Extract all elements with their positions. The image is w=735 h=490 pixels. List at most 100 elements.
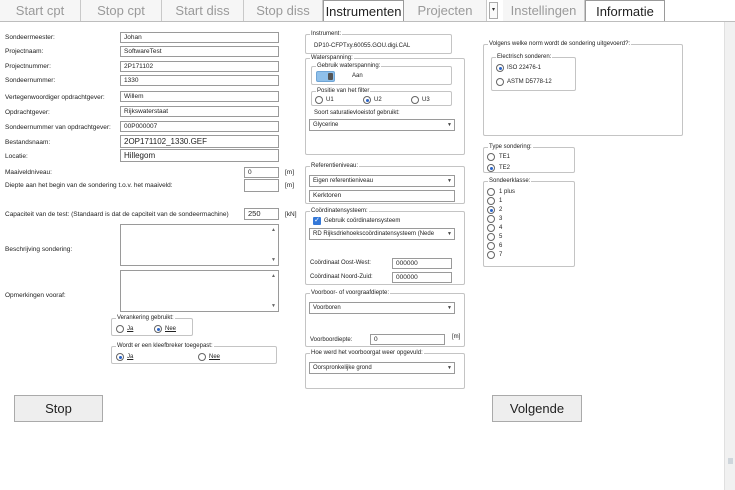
vloeistof-select[interactable]: Glycerine ▼ bbox=[309, 119, 455, 131]
referentie-select-value: Eigen referentieniveau bbox=[313, 178, 374, 184]
instrument-value[interactable]: DP10-CFPTxy.60055.GOU.digi.CAL bbox=[314, 43, 410, 49]
tab-projecten[interactable]: Projecten bbox=[404, 0, 487, 21]
verankering-nee-label: Nee bbox=[165, 326, 177, 332]
opmerkingen-textarea[interactable]: ▲ ▼ bbox=[120, 270, 279, 312]
chevron-down-icon: ▼ bbox=[447, 231, 452, 237]
beschrijving-textarea[interactable]: ▲ ▼ bbox=[120, 224, 279, 266]
vertical-scrollbar[interactable] bbox=[724, 22, 735, 490]
referentie-text-field[interactable]: Kerktoren bbox=[309, 190, 455, 202]
noordzuid-field[interactable]: 000000 bbox=[392, 272, 452, 283]
type-te2-label: TE2 bbox=[499, 165, 511, 171]
waterspanning-toggle[interactable] bbox=[316, 71, 335, 82]
electrisch-group: Electrisch sonderen: ISO 22476-1 ASTM D5… bbox=[491, 54, 576, 91]
chevron-down-icon: ▼ bbox=[447, 365, 452, 371]
kleefbreker-ja-radio[interactable] bbox=[116, 353, 124, 361]
projectnaam-field[interactable]: SoftwareTest bbox=[120, 46, 279, 57]
capaciteit-label: Capaciteit van de test: (Standaard is da… bbox=[5, 211, 229, 218]
coordinaten-checkbox[interactable]: ✓ bbox=[313, 217, 321, 225]
oostwest-field[interactable]: 000000 bbox=[392, 258, 452, 269]
oostwest-label: Coördinaat Oost-West: bbox=[310, 260, 371, 266]
chevron-down-icon: ▼ bbox=[447, 178, 452, 184]
sondeernummer-opdrachtgever-label: Sondeernummer van opdrachtgever: bbox=[5, 124, 111, 131]
klasse-label: 6 bbox=[499, 243, 503, 249]
sondeerklasse-title: Sondeerklasse: bbox=[488, 178, 532, 185]
vloeistof-select-value: Glycerine bbox=[313, 122, 339, 128]
klasse-radio[interactable] bbox=[487, 242, 495, 250]
stop-button[interactable]: Stop bbox=[14, 395, 103, 422]
kleefbreker-nee-radio[interactable] bbox=[198, 353, 206, 361]
tab-stop-cpt[interactable]: Stop cpt bbox=[81, 0, 162, 21]
voorboor-select[interactable]: Voorboren ▼ bbox=[309, 302, 455, 314]
waterspanning-title: Waterspanning: bbox=[310, 55, 354, 62]
kleefbreker-ja-label: Ja bbox=[127, 354, 134, 360]
projectnummer-label: Projectnummer: bbox=[5, 63, 51, 70]
sondeernummer-label: Sondeernummer: bbox=[5, 77, 56, 84]
tab-stop-diss[interactable]: Stop diss bbox=[244, 0, 323, 21]
klasse-radio[interactable] bbox=[487, 206, 495, 214]
chevron-down-icon: ▼ bbox=[447, 305, 452, 311]
klasse-radio[interactable] bbox=[487, 224, 495, 232]
verankering-ja-label: Ja bbox=[127, 326, 134, 332]
klasse-label: 7 bbox=[499, 252, 503, 258]
filter-u2-radio[interactable] bbox=[363, 96, 371, 104]
tab-start-diss[interactable]: Start diss bbox=[162, 0, 244, 21]
scroll-down-icon[interactable]: ▼ bbox=[271, 303, 276, 309]
filter-u3-radio[interactable] bbox=[411, 96, 419, 104]
vertegenwoordiger-field[interactable]: Willem bbox=[120, 91, 279, 102]
voorboordiepte-field[interactable]: 0 bbox=[370, 334, 445, 345]
norm-astm-radio[interactable] bbox=[496, 78, 504, 86]
opgevuld-select[interactable]: Oorspronkelijke grond ▼ bbox=[309, 362, 455, 374]
tab-informatie[interactable]: Informatie bbox=[585, 0, 665, 21]
klasse-radio[interactable] bbox=[487, 251, 495, 259]
norm-iso-radio[interactable] bbox=[496, 64, 504, 72]
sondeermeester-label: Sondeermeester: bbox=[5, 34, 55, 41]
vloeistof-title: Soort saturatievloeistof gebruikt: bbox=[314, 110, 400, 116]
type-te1-label: TE1 bbox=[499, 154, 511, 160]
kleefbreker-group: Wordt er een kleefbreker toegepast: Ja N… bbox=[111, 343, 277, 364]
bestandsnaam-field[interactable]: 2OP171102_1330.GEF bbox=[120, 135, 279, 148]
sondeernummer-field[interactable]: 1330 bbox=[120, 75, 279, 86]
verankering-nee-radio[interactable] bbox=[154, 325, 162, 333]
maaiveld-field[interactable]: 0 bbox=[244, 167, 279, 178]
scroll-up-icon[interactable]: ▲ bbox=[271, 227, 276, 233]
type-te1-radio[interactable] bbox=[487, 153, 495, 161]
voorboordiepte-unit: [m] bbox=[452, 334, 461, 340]
klasse-label: 5 bbox=[499, 234, 503, 240]
opgevuld-select-value: Oorspronkelijke grond bbox=[313, 365, 372, 371]
volgende-button[interactable]: Volgende bbox=[492, 395, 582, 422]
klasse-radio[interactable] bbox=[487, 188, 495, 196]
opdrachtgever-field[interactable]: Rijkswaterstaat bbox=[120, 106, 279, 117]
filter-u1-radio[interactable] bbox=[315, 96, 323, 104]
referentie-title: Referentieniveau: bbox=[310, 163, 360, 170]
kleefbreker-title: Wordt er een kleefbreker toegepast: bbox=[116, 343, 214, 350]
coordinaten-group: Coördinatensysteem: ✓ Gebruik coördinate… bbox=[305, 208, 465, 285]
verankering-ja-radio[interactable] bbox=[116, 325, 124, 333]
klasse-radio[interactable] bbox=[487, 233, 495, 241]
klasse-label: 4 bbox=[499, 225, 503, 231]
tab-instellingen[interactable]: Instellingen bbox=[503, 0, 585, 21]
locatie-field[interactable]: Hillegom bbox=[120, 149, 279, 162]
type-sondering-group: Type sondering: TE1 TE2 bbox=[483, 144, 575, 173]
sondeernummer-opdrachtgever-field[interactable]: 00P000007 bbox=[120, 121, 279, 132]
klasse-radio[interactable] bbox=[487, 215, 495, 223]
tab-start-cpt[interactable]: Start cpt bbox=[0, 0, 81, 21]
scroll-down-icon[interactable]: ▼ bbox=[271, 257, 276, 263]
maaiveld-unit: [m] bbox=[285, 169, 295, 176]
tab-dropdown-icon[interactable]: ▾ bbox=[489, 2, 498, 19]
referentie-select[interactable]: Eigen referentieniveau ▼ bbox=[309, 175, 455, 187]
noordzuid-label: Coördinaat Noord-Zuid: bbox=[310, 274, 373, 280]
instrument-title: Instrument: bbox=[310, 31, 343, 38]
voorboor-group: Voorboor- of voorgraafdiepte: Voorboren … bbox=[305, 290, 465, 347]
klasse-radio[interactable] bbox=[487, 197, 495, 205]
tab-instrumenten[interactable]: Instrumenten bbox=[323, 0, 404, 21]
coordinaten-select[interactable]: RD Rijksdriehoekscoördinatensysteem (Ned… bbox=[309, 228, 455, 240]
filter-title: Positie van het filter bbox=[316, 88, 371, 95]
diepte-field[interactable] bbox=[244, 179, 279, 192]
sondeermeester-field[interactable]: Johan bbox=[120, 32, 279, 43]
scrollbar-thumb[interactable] bbox=[728, 458, 733, 464]
projectnummer-field[interactable]: 2P171102 bbox=[120, 61, 279, 72]
scroll-up-icon[interactable]: ▲ bbox=[271, 273, 276, 279]
type-te2-radio[interactable] bbox=[487, 164, 495, 172]
capaciteit-field[interactable]: 250 bbox=[244, 208, 279, 220]
maaiveld-label: Maaiveldniveau: bbox=[5, 169, 52, 176]
